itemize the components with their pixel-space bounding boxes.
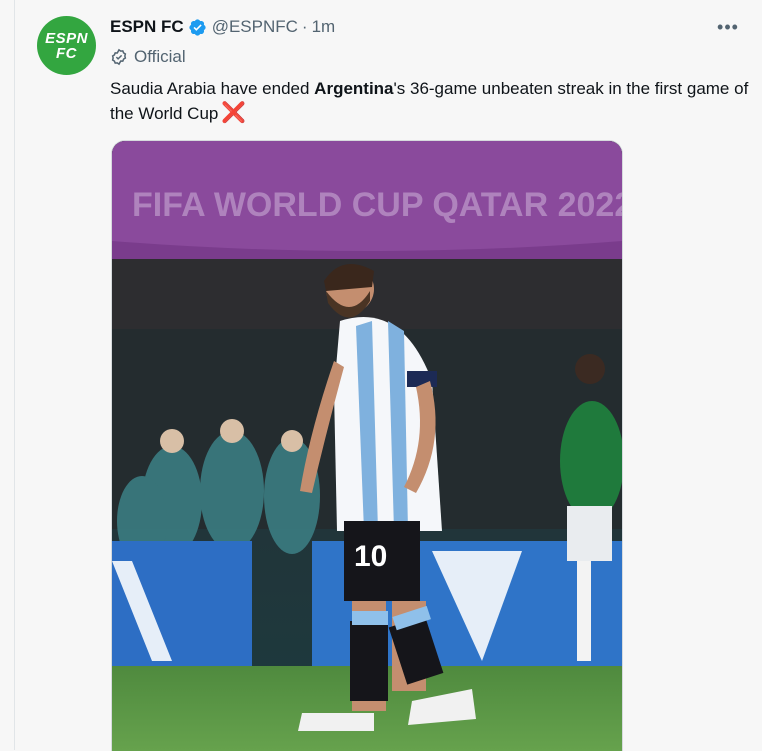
tweet-timestamp[interactable]: 1m <box>312 17 336 37</box>
tweet-photo[interactable]: FIFA WORLD CUP QATAR 2022 10 <box>111 140 623 751</box>
tweet-text-part1: Saudia Arabia have ended <box>110 79 315 98</box>
author-name[interactable]: ESPN FC <box>110 17 184 37</box>
tweet-photo-image: FIFA WORLD CUP QATAR 2022 10 <box>112 141 622 751</box>
cross-emoji-icon: ❌ <box>221 102 247 124</box>
verified-badge-icon <box>188 18 207 37</box>
official-label-icon <box>111 48 127 66</box>
tweet-text: Saudia Arabia have ended Argentina's 36-… <box>110 76 750 126</box>
author-handle[interactable]: @ESPNFC <box>212 17 298 37</box>
avatar-logo-line2: FC <box>56 44 77 62</box>
tweet-header: ESPN FC @ESPNFC · 1m <box>110 16 335 38</box>
tweet-text-bold: Argentina <box>314 79 394 98</box>
avatar-logo-line1: ESPN <box>45 29 88 47</box>
avatar[interactable]: ESPN FC <box>37 16 96 75</box>
tweet-card[interactable]: ESPN FC ESPN FC @ESPNFC · 1m ••• Officia… <box>15 0 762 751</box>
more-options-icon[interactable]: ••• <box>714 14 742 40</box>
banner-text: FIFA WORLD CUP QATAR 2022 <box>132 186 622 224</box>
official-label-text: Official <box>134 47 186 66</box>
separator-dot: · <box>301 17 308 36</box>
official-label: Official <box>110 46 186 68</box>
player-number: 10 <box>354 540 387 573</box>
